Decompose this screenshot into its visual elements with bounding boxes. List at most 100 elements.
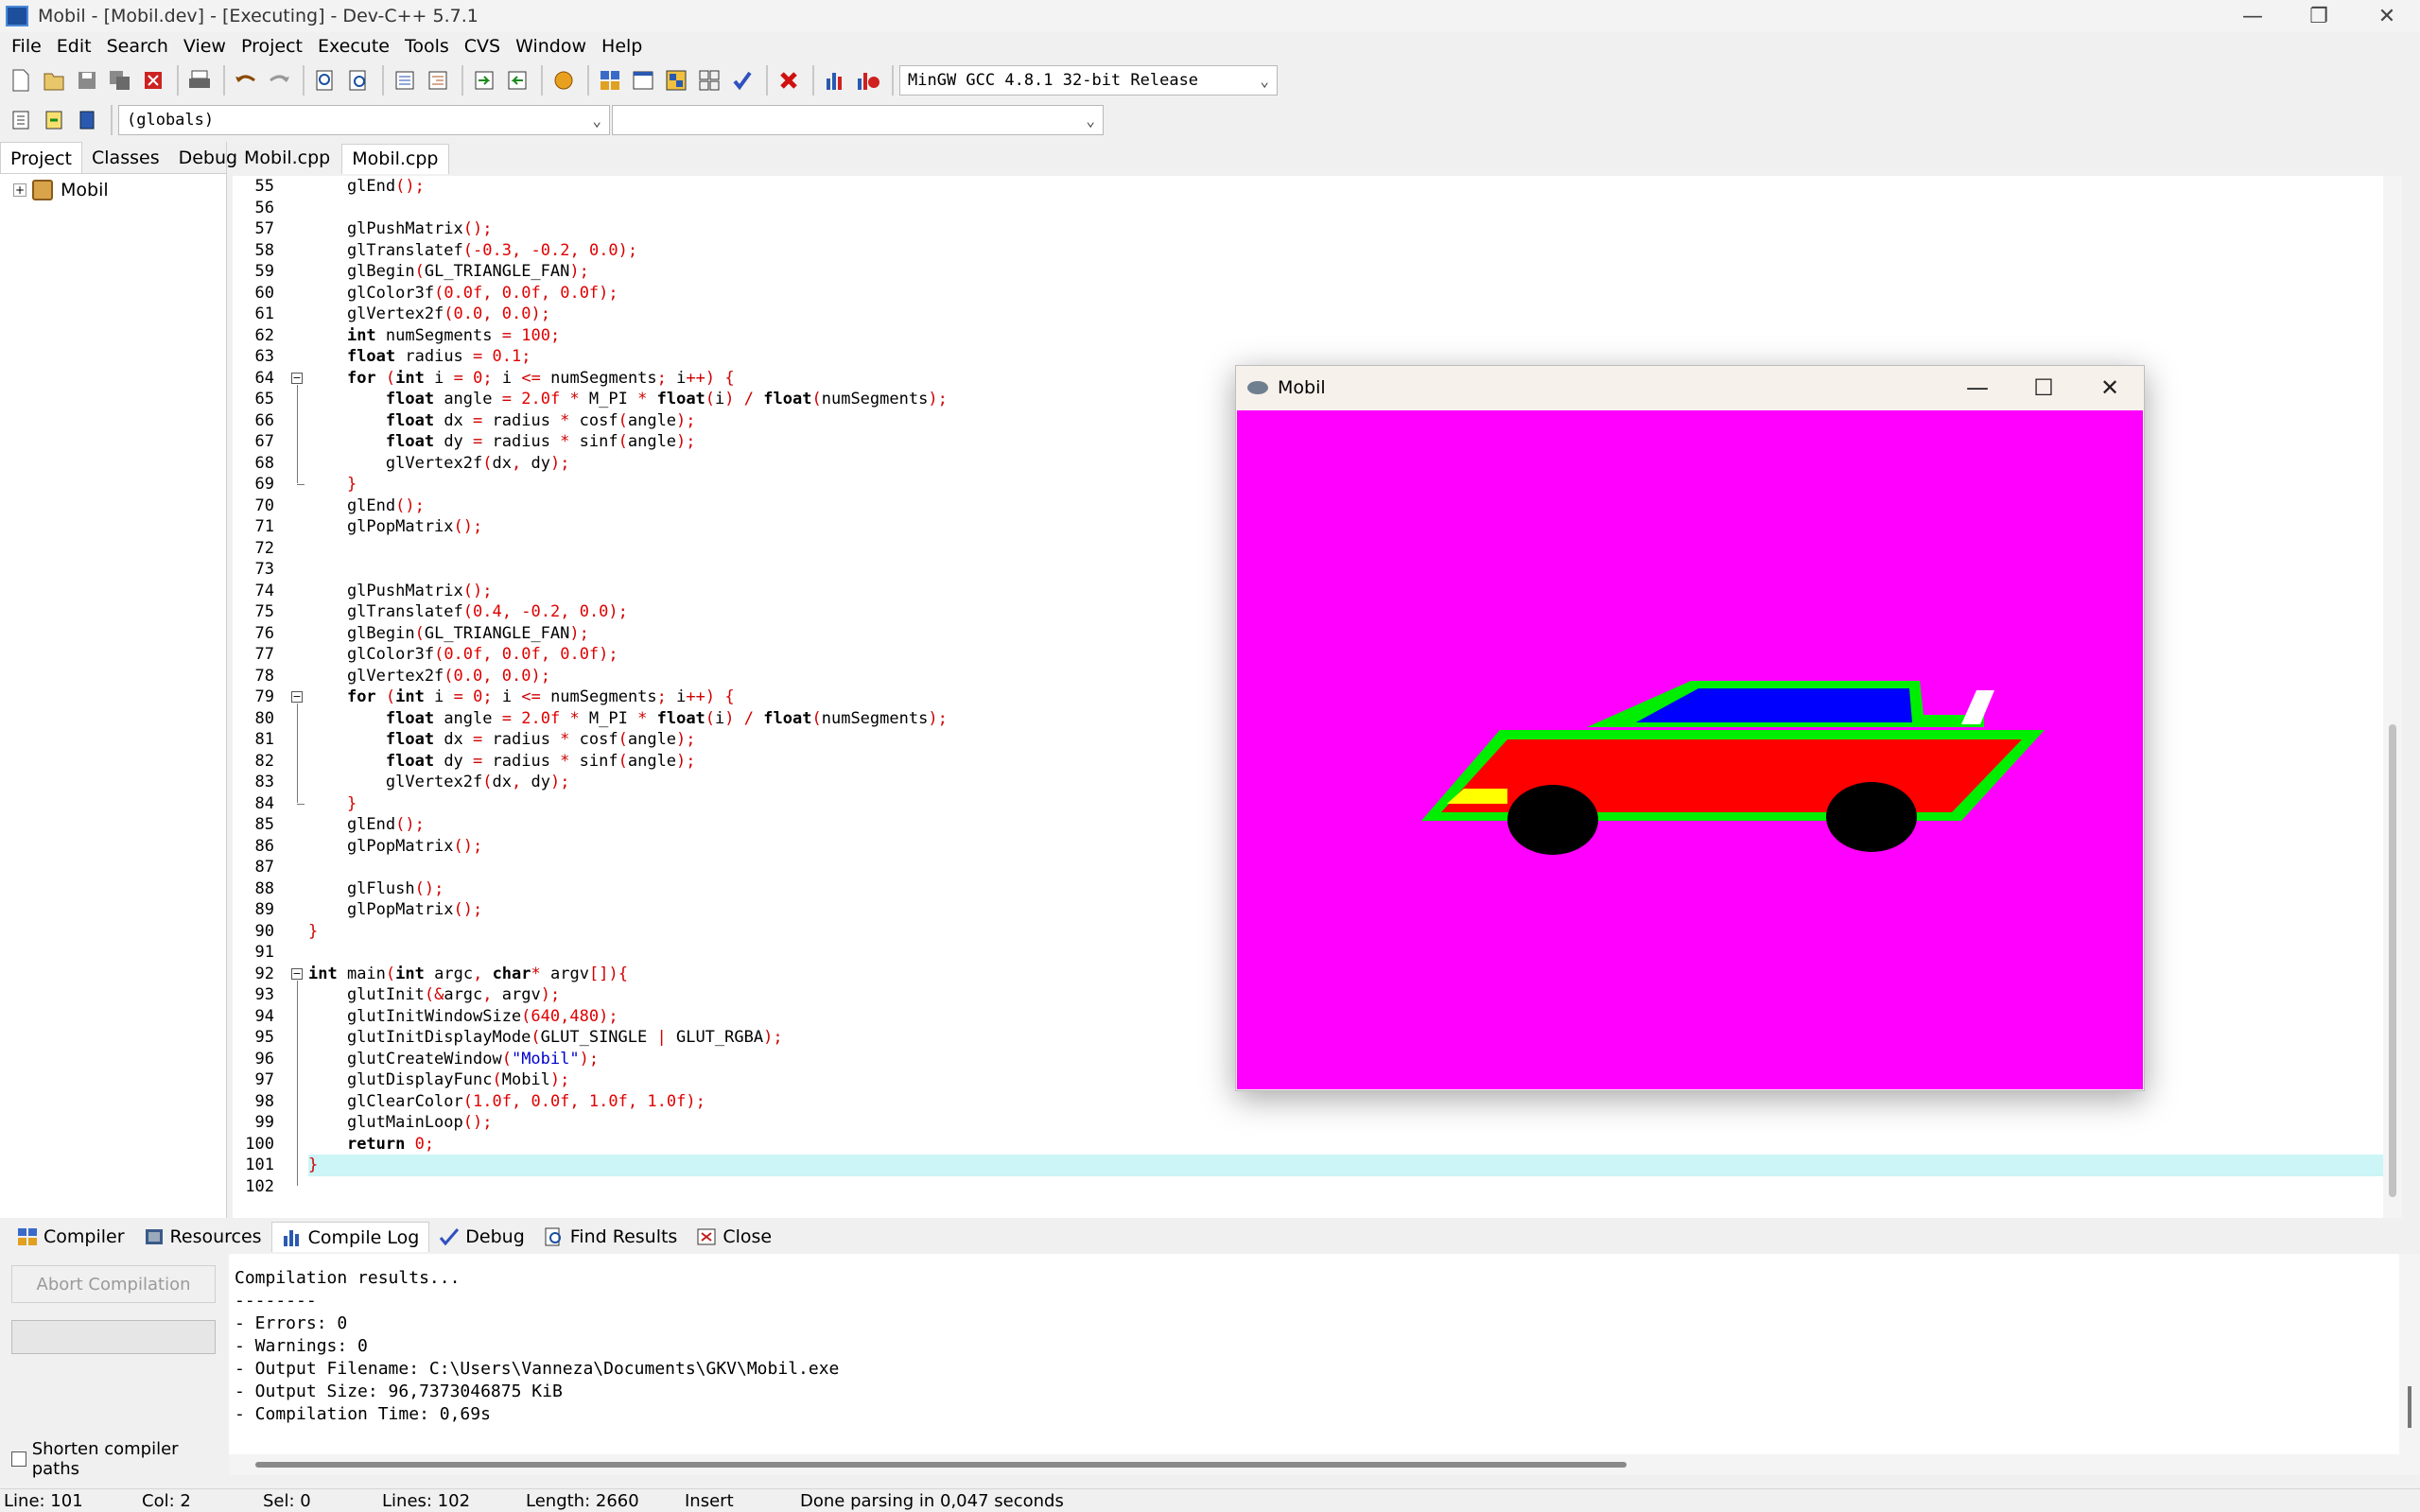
menu-execute[interactable]: Execute [314,36,401,57]
profile-chart-icon[interactable] [820,65,850,96]
menu-view[interactable]: View [180,36,237,57]
open-file-icon[interactable] [39,65,69,96]
code-line[interactable]: int numSegments = 100; [308,325,2402,347]
scrollbar-thumb[interactable] [2408,1386,2411,1428]
toggle-icon[interactable] [39,105,69,135]
status-line: Line: 101 [4,1491,83,1511]
menu-edit[interactable]: Edit [53,36,103,57]
code-line[interactable]: glColor3f(0.0f, 0.0f, 0.0f); [308,283,2402,304]
code-line[interactable]: glEnd(); [308,176,2402,198]
editor-tab-mobil-cpp-active[interactable]: Mobil.cpp [341,144,449,174]
fold-line [297,384,298,483]
code-line[interactable]: return 0; [308,1134,2402,1156]
compile-icon[interactable] [595,65,625,96]
back-icon[interactable] [502,65,532,96]
scope-select[interactable]: (globals) ⌄ [118,105,610,135]
line-number: 63 [254,347,274,366]
line-number: 77 [254,645,274,664]
code-line[interactable]: glBegin(GL_TRIANGLE_FAN); [308,261,2402,283]
menu-cvs[interactable]: CVS [461,36,512,57]
compile-log-output: Compilation results... -------- - Errors: … [229,1254,2399,1454]
fold-toggle-icon[interactable]: − [291,372,303,384]
compiler-select[interactable]: MinGW GCC 4.8.1 32-bit Release ⌄ [899,65,1278,96]
tab-debug-bottom[interactable]: Debug [429,1222,533,1252]
syntax-check-icon[interactable] [727,65,757,96]
menu-window[interactable]: Window [512,36,598,57]
save-all-icon[interactable] [105,65,135,96]
menu-project[interactable]: Project [237,36,314,57]
code-line[interactable]: } [308,1155,2402,1176]
close-file-icon[interactable] [138,65,168,96]
code-line[interactable]: glTranslatef(-0.3, -0.2, 0.0); [308,240,2402,262]
indent-icon[interactable] [390,65,420,96]
save-icon[interactable] [72,65,102,96]
window-title: Mobil - [Mobil.dev] - [Executing] - Dev-… [38,6,479,26]
code-line[interactable]: glutMainLoop(); [308,1112,2402,1134]
close-button[interactable]: ✕ [2354,0,2420,32]
tab-project[interactable]: Project [0,142,83,173]
scrollbar-thumb[interactable] [2389,724,2396,1197]
code-line[interactable]: glClearColor(1.0f, 0.0f, 1.0f, 1.0f); [308,1091,2402,1113]
code-line[interactable] [308,198,2402,219]
glut-window[interactable]: Mobil — ☐ ✕ [1235,365,2145,1091]
project-tree-root[interactable]: + Mobil [0,174,226,200]
code-line[interactable]: glPushMatrix(); [308,218,2402,240]
minimize-button[interactable]: — [2220,0,2286,32]
abort-compilation-button[interactable]: Abort Compilation [11,1265,216,1303]
status-length: Length: 2660 [526,1491,639,1511]
line-number: 84 [254,793,274,813]
tab-compiler[interactable]: Compiler [8,1222,134,1252]
glut-canvas[interactable] [1237,410,2143,1089]
glut-minimize-button[interactable]: — [1945,366,2010,409]
fold-toggle-icon[interactable]: − [291,967,303,980]
glut-close-button[interactable]: ✕ [2078,366,2142,409]
log-vertical-scrollbar[interactable] [2399,1254,2420,1475]
new-file-icon[interactable] [6,65,36,96]
bookmark-icon[interactable] [548,65,579,96]
bookmark-goto-icon[interactable] [72,105,102,135]
run-icon[interactable] [628,65,658,96]
tab-classes[interactable]: Classes [82,142,169,173]
log-horizontal-scrollbar[interactable] [229,1454,2399,1475]
tab-close[interactable]: Close [687,1222,781,1252]
editor-scrollbar[interactable] [2383,176,2402,1218]
insert-icon[interactable] [6,105,36,135]
line-number: 90 [254,921,274,941]
goto-icon[interactable] [469,65,499,96]
shorten-paths-checkbox[interactable]: Shorten compiler paths [11,1439,227,1479]
stop-execution-icon[interactable] [774,65,804,96]
scrollbar-thumb[interactable] [255,1462,1627,1468]
replace-icon[interactable] [343,65,374,96]
undo-icon[interactable] [231,65,261,96]
menu-help[interactable]: Help [598,36,653,57]
compiler-icon [18,1228,37,1245]
glut-title-bar[interactable]: Mobil — ☐ ✕ [1236,366,2144,409]
menu-tools[interactable]: Tools [401,36,461,57]
member-select[interactable]: ⌄ [612,105,1104,135]
glut-maximize-button[interactable]: ☐ [2011,366,2076,409]
find-icon[interactable] [310,65,340,96]
fold-column: − − − [286,176,308,1218]
compile-run-icon[interactable] [661,65,691,96]
unindent-icon[interactable] [423,65,453,96]
code-line[interactable] [308,1176,2402,1198]
checkbox-box[interactable] [11,1451,26,1467]
code-line[interactable]: glVertex2f(0.0, 0.0); [308,304,2402,325]
tab-compile-log[interactable]: Compile Log [270,1222,430,1252]
tab-resources[interactable]: Resources [134,1222,271,1252]
expand-icon[interactable]: + [13,183,26,197]
delete-profile-icon[interactable] [853,65,883,96]
rebuild-icon[interactable] [694,65,724,96]
menu-file[interactable]: File [8,36,53,57]
editor-tab-mobil-cpp[interactable]: Mobil.cpp [235,144,339,174]
line-number: 88 [254,878,274,898]
redo-icon[interactable] [264,65,294,96]
menu-search[interactable]: Search [103,36,180,57]
restore-button[interactable]: ❐ [2286,0,2352,32]
status-bar: Line: 101 Col: 2 Sel: 0 Lines: 102 Lengt… [0,1488,2420,1512]
tab-find-results[interactable]: Find Results [534,1222,688,1252]
line-number: 101 [245,1156,274,1174]
line-number: 69 [254,475,274,494]
fold-toggle-icon[interactable]: − [291,691,303,703]
print-icon[interactable] [184,65,215,96]
